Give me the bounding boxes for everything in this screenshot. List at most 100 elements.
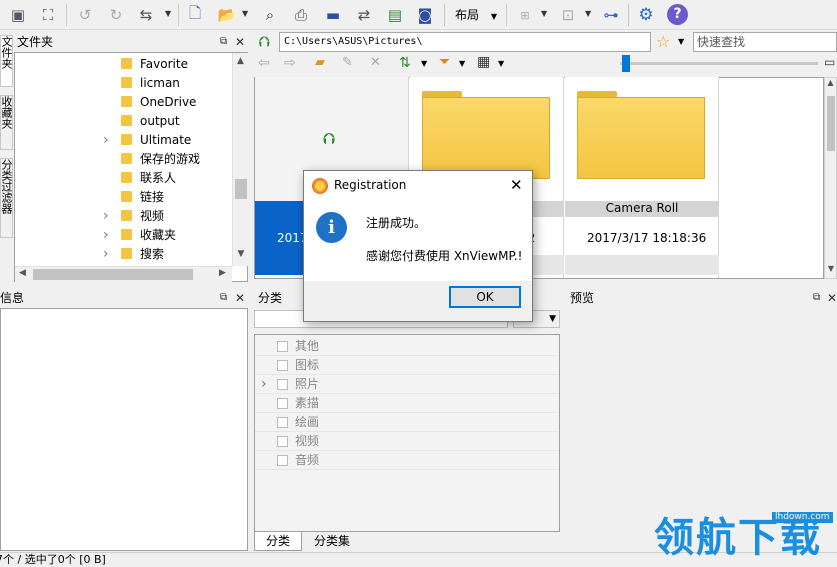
- chevron-down-icon[interactable]: ▼: [541, 9, 547, 18]
- bookmark-icon[interactable]: ⊡: [556, 3, 580, 27]
- transform-icon[interactable]: ⇆: [134, 3, 158, 27]
- binoculars-icon[interactable]: ⌕: [258, 3, 282, 27]
- scroll-up-icon[interactable]: ▲: [233, 53, 248, 69]
- category-checkbox[interactable]: [277, 436, 288, 447]
- category-item[interactable]: 音频: [255, 451, 559, 470]
- thumbnail-size-slider[interactable]: [620, 55, 818, 72]
- quick-search-input[interactable]: 快速查找: [693, 32, 837, 52]
- float-icon[interactable]: ⧉: [813, 289, 820, 307]
- layout-icon[interactable]: ▭: [824, 55, 835, 69]
- tree-item[interactable]: Favorite: [15, 55, 232, 74]
- tree-item[interactable]: output: [15, 112, 232, 131]
- category-checkbox[interactable]: [277, 360, 288, 371]
- fullscreen-icon[interactable]: ⛶: [36, 3, 60, 27]
- rotate-left-icon[interactable]: ↺: [73, 3, 97, 27]
- expand-arrow-icon[interactable]: ›: [103, 131, 109, 150]
- settings-icon[interactable]: ⚙: [634, 3, 658, 27]
- camera-icon[interactable]: ◙: [413, 3, 437, 27]
- back-icon[interactable]: ⇦: [258, 55, 270, 71]
- category-item[interactable]: 图标: [255, 356, 559, 375]
- ok-button[interactable]: OK: [449, 286, 521, 308]
- scroll-right-icon[interactable]: ▶: [219, 268, 226, 278]
- tree-item[interactable]: licman: [15, 74, 232, 93]
- compare-icon[interactable]: ⊞: [513, 3, 537, 27]
- chevron-down-icon[interactable]: ▼: [585, 9, 591, 18]
- scroll-down-icon[interactable]: ▼: [825, 264, 837, 273]
- forward-icon[interactable]: ⇨: [284, 55, 296, 71]
- tree-hscrollbar[interactable]: ◀ ▶: [15, 266, 232, 282]
- vtab-category-filter[interactable]: 分类过滤器: [0, 158, 13, 238]
- category-checkbox[interactable]: [277, 417, 288, 428]
- tab-category-set[interactable]: 分类集: [304, 532, 360, 550]
- category-checkbox[interactable]: [277, 398, 288, 409]
- delete-icon[interactable]: ✕: [370, 55, 381, 70]
- float-icon[interactable]: ⧉: [220, 289, 227, 307]
- expand-arrow-icon[interactable]: ›: [103, 226, 109, 245]
- chevron-down-icon[interactable]: ▼: [459, 59, 465, 68]
- rotate-right-icon[interactable]: ↻: [104, 3, 128, 27]
- tab-category[interactable]: 分类: [254, 532, 302, 551]
- vtab-folders[interactable]: 文件夹: [0, 35, 13, 87]
- tree-item[interactable]: 保存的游戏: [15, 150, 232, 169]
- convert-icon[interactable]: ⇄: [352, 3, 376, 27]
- tree-item[interactable]: › 视频: [15, 207, 232, 226]
- tree-item[interactable]: 链接: [15, 188, 232, 207]
- tree-item[interactable]: OneDrive: [15, 93, 232, 112]
- chevron-down-icon[interactable]: ▼: [498, 59, 504, 68]
- monitor-icon[interactable]: ▣: [6, 3, 30, 27]
- close-icon[interactable]: ✕: [827, 289, 837, 307]
- sort-icon[interactable]: ⇅: [399, 55, 411, 71]
- address-input[interactable]: C:\Users\ASUS\Pictures\: [279, 32, 651, 52]
- category-item[interactable]: 素描: [255, 394, 559, 413]
- chevron-down-icon[interactable]: ▼: [678, 37, 684, 46]
- printer-icon[interactable]: ⎙: [289, 3, 313, 27]
- view-mode-icon[interactable]: ▦: [477, 54, 490, 70]
- category-item[interactable]: 绘画: [255, 413, 559, 432]
- tree-item[interactable]: › 搜索: [15, 245, 232, 264]
- tree-item[interactable]: 联系人: [15, 169, 232, 188]
- new-folder-icon[interactable]: ▰: [315, 55, 325, 70]
- close-icon[interactable]: ✕: [510, 176, 523, 194]
- tree-vscrollbar[interactable]: ▲ ▼: [232, 53, 248, 266]
- slider-thumb[interactable]: [622, 55, 630, 72]
- slideshow-icon[interactable]: ▤: [383, 3, 407, 27]
- expand-arrow-icon[interactable]: ›: [103, 207, 109, 226]
- scroll-down-icon[interactable]: ▼: [233, 249, 249, 259]
- category-item[interactable]: 其他: [255, 337, 559, 356]
- expand-arrow-icon[interactable]: ›: [261, 375, 267, 394]
- float-icon[interactable]: ⧉: [220, 33, 227, 51]
- category-item[interactable]: 视频: [255, 432, 559, 451]
- dialog-message-success: 注册成功。: [366, 216, 427, 230]
- expand-arrow-icon[interactable]: ›: [103, 245, 109, 264]
- tree-item[interactable]: › Ultimate: [15, 131, 232, 150]
- star-icon[interactable]: ☆: [656, 32, 670, 51]
- layout-menu-button[interactable]: 布局 ▼: [455, 6, 497, 24]
- category-item[interactable]: › 照片: [255, 375, 559, 394]
- scroll-up-icon[interactable]: ▲: [825, 78, 836, 87]
- network-icon[interactable]: ⊶: [599, 3, 623, 27]
- category-checkbox[interactable]: [277, 455, 288, 466]
- rename-icon[interactable]: ✎: [342, 55, 353, 70]
- hscroll-thumb[interactable]: [33, 269, 193, 280]
- scroll-thumb[interactable]: [827, 96, 835, 151]
- category-checkbox[interactable]: [277, 379, 288, 390]
- chevron-down-icon[interactable]: ▼: [165, 9, 171, 18]
- document-icon[interactable]: 🗋: [183, 3, 207, 27]
- scroll-thumb[interactable]: [235, 179, 247, 199]
- thumbnail-vscrollbar[interactable]: ▲ ▼: [824, 77, 837, 279]
- help-icon[interactable]: ?: [667, 4, 688, 25]
- chevron-down-icon[interactable]: ▼: [242, 9, 248, 18]
- chevron-down-icon[interactable]: ▼: [421, 59, 427, 68]
- display-icon[interactable]: ▬: [321, 3, 345, 27]
- go-up-icon[interactable]: ⮉: [255, 33, 273, 51]
- category-checkbox[interactable]: [277, 341, 288, 352]
- scroll-left-icon[interactable]: ◀: [19, 268, 26, 278]
- close-icon[interactable]: ✕: [235, 289, 245, 307]
- filter-icon[interactable]: ⏷: [439, 54, 450, 70]
- category-label: 素描: [295, 396, 320, 410]
- vtab-favorites[interactable]: 收藏夹: [0, 95, 13, 150]
- tree-item[interactable]: › 收藏夹: [15, 226, 232, 245]
- close-icon[interactable]: ✕: [235, 33, 245, 51]
- thumbnail-item[interactable]: Camera Roll 2017/3/17 18:18:36: [565, 77, 719, 278]
- export-icon[interactable]: 📂: [215, 3, 239, 27]
